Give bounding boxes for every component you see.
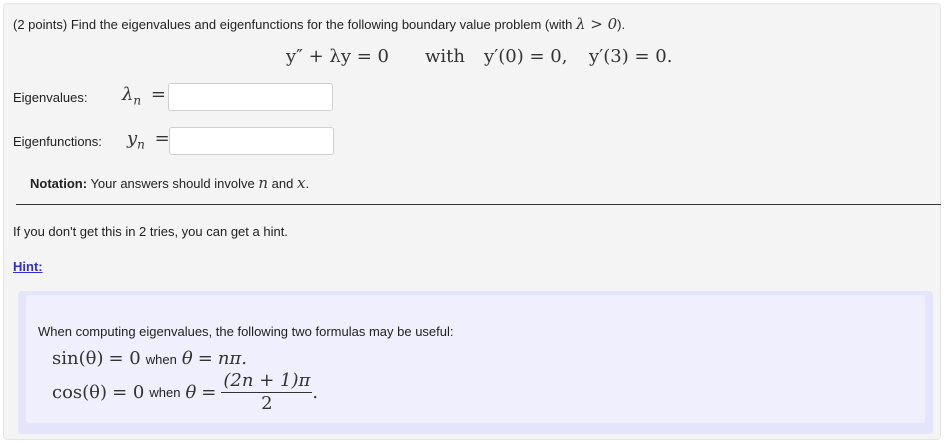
- formula-period: .: [312, 382, 319, 403]
- eigenfunctions-input[interactable]: [169, 127, 334, 155]
- problem-prompt: Find the eigenvalues and eigenfunctions …: [70, 17, 573, 32]
- equals-sign: =: [197, 348, 213, 369]
- y-subscript: n: [137, 137, 145, 152]
- fraction: (2n + 1)π 2: [221, 370, 313, 415]
- eigenfunctions-label: Eigenfunctions:: [13, 134, 102, 149]
- cos-formula: cos(θ) = 0 when θ = (2n + 1)π 2 .: [52, 370, 318, 415]
- sin-function: sin(θ): [52, 348, 104, 369]
- lambda-n-symbol: λn =: [122, 84, 166, 108]
- tries-text: If you don't get this in 2 tries, you ca…: [13, 224, 288, 239]
- n-pi: nπ.: [217, 348, 247, 369]
- problem-panel: (2 points) Find the eigenvalues and eige…: [3, 3, 941, 440]
- notation-line: Notation: Your answers should involve n …: [30, 174, 309, 192]
- points-label: (2 points): [13, 17, 68, 32]
- lambda-condition: λ > 0: [576, 15, 618, 33]
- theta-symbol: θ: [181, 348, 193, 369]
- notation-period: .: [305, 176, 310, 191]
- fraction-denominator: 2: [261, 393, 273, 414]
- var-n: n: [258, 174, 269, 192]
- y-n-symbol: yn =: [127, 128, 170, 152]
- boundary-condition-1: y′(0) = 0,: [484, 46, 568, 67]
- notation-text: Your answers should involve: [90, 176, 255, 191]
- equals-sign: =: [201, 382, 217, 403]
- hint-content: When computing eigenvalues, the followin…: [26, 295, 925, 423]
- cos-function: cos(θ): [52, 382, 108, 403]
- eigenvalues-label: Eigenvalues:: [13, 90, 88, 105]
- when-word: when: [145, 352, 177, 367]
- divider: [16, 204, 941, 205]
- cos-equals-zero: = 0: [112, 382, 145, 403]
- close-paren: ).: [617, 17, 626, 32]
- problem-statement: (2 points) Find the eigenvalues and eige…: [13, 15, 625, 33]
- hint-box: When computing eigenvalues, the followin…: [18, 291, 933, 434]
- with-word: with: [425, 46, 465, 67]
- notation-and: and: [271, 176, 294, 191]
- fraction-numerator: (2n + 1)π: [221, 370, 313, 393]
- equals-sign: =: [150, 84, 166, 105]
- eigenvalues-input[interactable]: [168, 83, 333, 111]
- sin-formula: sin(θ) = 0 when θ = nπ.: [52, 348, 247, 369]
- equals-sign: =: [154, 128, 170, 149]
- notation-bold: Notation:: [30, 176, 88, 191]
- hint-intro: When computing eigenvalues, the followin…: [38, 324, 454, 339]
- y-symbol: y: [127, 128, 138, 149]
- lambda-subscript: n: [133, 93, 142, 108]
- sin-equals-zero: = 0: [108, 348, 141, 369]
- hint-link[interactable]: Hint:: [13, 259, 43, 274]
- theta-symbol: θ: [185, 382, 197, 403]
- lambda-symbol: λ: [122, 84, 134, 105]
- ode-equation: y″ + λy = 0: [286, 46, 389, 67]
- when-word: when: [149, 385, 181, 400]
- boundary-condition-2: y′(3) = 0.: [589, 46, 673, 67]
